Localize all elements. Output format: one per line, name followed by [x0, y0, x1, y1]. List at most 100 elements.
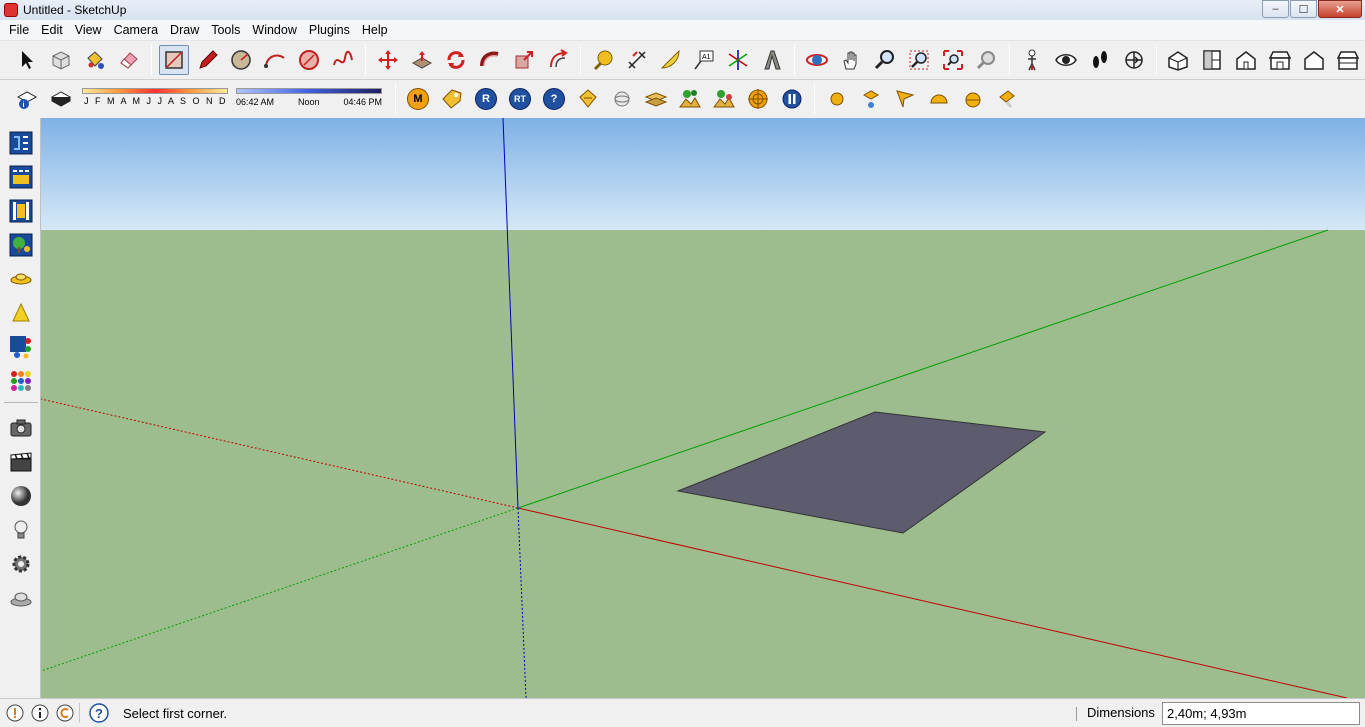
animation-button[interactable] — [8, 449, 34, 475]
arc-tool-button[interactable] — [260, 45, 290, 75]
menu-edit[interactable]: Edit — [35, 20, 69, 41]
scale-tool-button[interactable] — [509, 45, 539, 75]
circle-tool-button[interactable] — [227, 45, 257, 75]
dome-light-button[interactable] — [924, 84, 954, 114]
label-plugin-button[interactable] — [573, 84, 603, 114]
sphere-plugin-button[interactable] — [607, 84, 637, 114]
right-view-button[interactable] — [1265, 45, 1295, 75]
eraser-button[interactable] — [114, 45, 144, 75]
zoom-tool-button[interactable] — [870, 45, 900, 75]
zoom-extents-button[interactable] — [938, 45, 968, 75]
follow-me-tool-button[interactable] — [475, 45, 505, 75]
scene-canvas[interactable] — [41, 118, 1365, 698]
axes-tool-button[interactable] — [723, 45, 753, 75]
protractor-tool-button[interactable] — [656, 45, 686, 75]
help-plugin-button[interactable]: ? — [539, 84, 569, 114]
pause-plugin-button[interactable] — [777, 84, 807, 114]
camera-button[interactable] — [8, 415, 34, 441]
shadow-date-slider[interactable]: J F M A M J J A S O N D — [82, 85, 228, 113]
menu-plugins[interactable]: Plugins — [303, 20, 356, 41]
rt-plugin-button[interactable]: RT — [505, 84, 535, 114]
m-plugin-button[interactable]: M — [403, 84, 433, 114]
credits-button[interactable] — [30, 703, 50, 723]
sphere-light-button[interactable] — [958, 84, 988, 114]
cone-light-button[interactable] — [8, 300, 34, 326]
zoom-window-button[interactable] — [904, 45, 934, 75]
materials-button[interactable] — [8, 483, 34, 509]
copyright-button[interactable] — [55, 703, 75, 723]
3d-text-tool-button[interactable] — [757, 45, 787, 75]
settings-button[interactable] — [8, 551, 34, 577]
spot-light-button[interactable] — [856, 84, 886, 114]
rotate-tool-button[interactable] — [441, 45, 471, 75]
make-component-button[interactable] — [46, 45, 76, 75]
vray-interactive-button[interactable] — [8, 232, 34, 258]
status-separator — [79, 703, 80, 723]
toolbar-separator — [579, 45, 581, 75]
axes-icon — [728, 50, 748, 70]
landscape-plugin-button[interactable] — [675, 84, 705, 114]
landscape-plugin-button-2[interactable] — [709, 84, 739, 114]
menu-tools[interactable]: Tools — [205, 20, 246, 41]
color-swatches-button[interactable] — [8, 368, 34, 394]
polygon-tool-button[interactable] — [294, 45, 324, 75]
push-pull-tool-button[interactable] — [407, 45, 437, 75]
toolbar-separator — [1008, 45, 1010, 75]
vray-framebuffer-button[interactable] — [8, 164, 34, 190]
ufo-light-button[interactable] — [8, 266, 34, 292]
planes-plugin-button[interactable] — [641, 84, 671, 114]
target-plugin-button[interactable] — [743, 84, 773, 114]
shadow-time-slider[interactable]: 06:42 AM Noon 04:46 PM — [236, 85, 386, 113]
walk-button[interactable] — [1085, 45, 1115, 75]
vray-options-button[interactable] — [8, 130, 34, 156]
dimensions-input[interactable]: 2,40m; 4,93m — [1162, 702, 1360, 725]
orbit-tool-button[interactable] — [802, 45, 832, 75]
maximize-button[interactable]: ☐ — [1290, 0, 1317, 18]
top-view-button[interactable] — [1197, 45, 1227, 75]
r-plugin-button[interactable]: R — [471, 84, 501, 114]
pan-tool-button[interactable] — [836, 45, 866, 75]
vray-render-button[interactable] — [8, 198, 34, 224]
month-bar[interactable] — [82, 88, 228, 94]
omni-light-button[interactable] — [822, 84, 852, 114]
position-camera-button[interactable] — [1017, 45, 1047, 75]
previous-view-button[interactable] — [972, 45, 1002, 75]
lights-button[interactable] — [8, 517, 34, 543]
material-editor-button[interactable] — [8, 334, 34, 360]
shadow-settings-button[interactable]: i — [12, 84, 42, 114]
menu-draw[interactable]: Draw — [164, 20, 205, 41]
paint-bucket-button[interactable] — [80, 45, 110, 75]
tape-measure-tool-button[interactable] — [588, 45, 618, 75]
text-tool-button[interactable]: A1 — [690, 45, 720, 75]
line-tool-button[interactable] — [193, 45, 223, 75]
front-view-button[interactable] — [1231, 45, 1261, 75]
close-button[interactable]: ✕ — [1318, 0, 1362, 18]
position-camera-icon — [1027, 49, 1036, 71]
geo-location-button[interactable] — [5, 703, 25, 723]
tag-plugin-button[interactable] — [437, 84, 467, 114]
iso-view-button[interactable] — [1164, 45, 1194, 75]
offset-tool-button[interactable] — [543, 45, 573, 75]
menu-camera[interactable]: Camera — [108, 20, 164, 41]
freehand-tool-button[interactable] — [328, 45, 358, 75]
menu-file[interactable]: File — [3, 20, 35, 41]
ies-light-button[interactable] — [992, 84, 1022, 114]
left-view-button[interactable] — [1333, 45, 1363, 75]
menu-help[interactable]: Help — [356, 20, 394, 41]
display-shadows-button[interactable] — [46, 84, 76, 114]
select-tool-button[interactable] — [12, 45, 42, 75]
environment-button[interactable] — [8, 585, 34, 611]
direction-light-button[interactable] — [890, 84, 920, 114]
menu-view[interactable]: View — [69, 20, 108, 41]
instructor-help-button[interactable]: ? — [89, 703, 109, 723]
section-plane-button[interactable] — [1119, 45, 1149, 75]
minimize-button[interactable]: – — [1262, 0, 1289, 18]
3d-viewport[interactable] — [41, 118, 1365, 698]
back-view-button[interactable] — [1299, 45, 1329, 75]
menu-window[interactable]: Window — [246, 20, 302, 41]
dimension-tool-button[interactable] — [622, 45, 652, 75]
rectangle-tool-button[interactable] — [158, 45, 189, 75]
move-tool-button[interactable] — [373, 45, 403, 75]
look-around-button[interactable] — [1051, 45, 1081, 75]
time-bar[interactable] — [236, 88, 382, 94]
